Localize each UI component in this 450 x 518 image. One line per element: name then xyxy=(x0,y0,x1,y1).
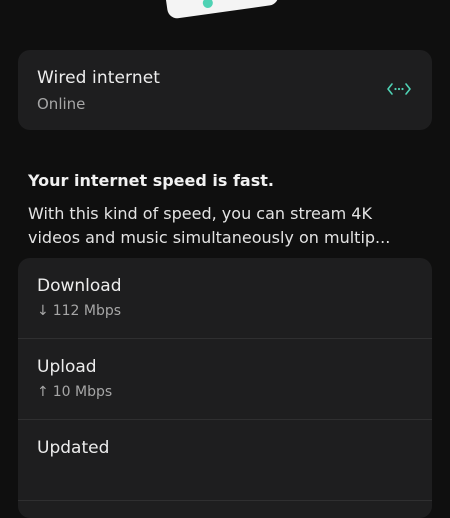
updated-row: Updated xyxy=(18,420,432,501)
connection-title: Wired internet xyxy=(37,68,161,88)
arrow-down-icon: ↓ xyxy=(37,303,49,319)
arrow-up-icon: ↑ xyxy=(37,384,49,400)
updated-label: Updated xyxy=(37,438,110,458)
download-value-line: ↓ 112 Mbps xyxy=(37,303,121,319)
upload-value: 10 Mbps xyxy=(52,384,113,400)
download-label: Download xyxy=(37,276,122,296)
upload-value-line: ↑ 10 Mbps xyxy=(37,384,112,400)
wired-internet-card[interactable]: Wired internet Online xyxy=(18,50,432,130)
speed-headline: Your internet speed is fast. xyxy=(28,171,274,190)
download-row: Download ↓ 112 Mbps xyxy=(18,258,432,339)
speed-description: With this kind of speed, you can stream … xyxy=(28,204,391,247)
upload-row: Upload ↑ 10 Mbps xyxy=(18,339,432,420)
speed-stats-card: Download ↓ 112 Mbps Upload ↑ 10 Mbps Updat… xyxy=(18,258,432,518)
device-illustration xyxy=(162,0,280,20)
connection-status: Online xyxy=(37,95,86,113)
download-value: 112 Mbps xyxy=(52,303,122,319)
status-dot xyxy=(202,0,214,9)
upload-label: Upload xyxy=(37,357,97,377)
ethernet-icon xyxy=(387,83,411,95)
